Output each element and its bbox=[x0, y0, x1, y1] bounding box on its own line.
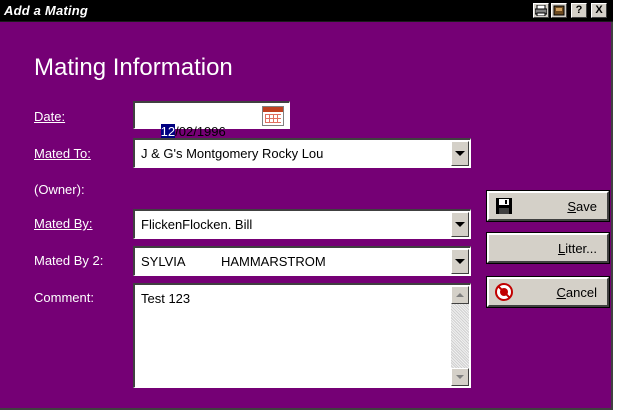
comment-textarea[interactable]: Test 123 bbox=[133, 283, 471, 388]
chevron-down-icon bbox=[455, 151, 465, 156]
date-label: Date: bbox=[34, 109, 66, 124]
date-rest: /02/1996 bbox=[175, 124, 226, 139]
floppy-disk-icon bbox=[496, 198, 512, 214]
close-button[interactable]: X bbox=[591, 3, 607, 18]
date-selected-part: 12 bbox=[160, 124, 176, 139]
print-button[interactable] bbox=[533, 3, 549, 18]
chevron-down-icon bbox=[455, 259, 465, 264]
chevron-down-icon bbox=[455, 222, 465, 227]
mated-to-value: J & G's Montgomery Rocky Lou bbox=[141, 146, 324, 161]
form-heading: Mating Information bbox=[34, 54, 233, 81]
tools-icon bbox=[553, 5, 565, 16]
comment-label: Comment: bbox=[34, 290, 94, 305]
add-mating-window: Add a Mating ? X Mating Information Date… bbox=[0, 0, 613, 410]
scroll-up-button[interactable] bbox=[451, 286, 469, 304]
mated-by-label: Mated By: bbox=[34, 216, 93, 231]
save-button[interactable]: Save bbox=[486, 190, 610, 222]
title-bar[interactable]: Add a Mating ? X bbox=[0, 0, 613, 22]
mated-by-2-select[interactable]: SYLVIA HAMMARSTROM bbox=[133, 246, 471, 276]
window-title: Add a Mating bbox=[4, 3, 89, 18]
comment-scrollbar[interactable] bbox=[451, 286, 469, 386]
mated-by-dropdown-button[interactable] bbox=[451, 212, 469, 237]
arrow-down-icon bbox=[456, 375, 464, 379]
help-icon: ? bbox=[575, 4, 583, 16]
tools-button[interactable] bbox=[551, 3, 567, 18]
print-icon bbox=[535, 5, 547, 16]
close-icon: X bbox=[595, 4, 603, 16]
mated-by-select[interactable]: FlickenFlocken. Bill bbox=[133, 209, 471, 239]
cancel-icon bbox=[495, 283, 513, 301]
mated-by-value: FlickenFlocken. Bill bbox=[141, 217, 253, 232]
cancel-button[interactable]: Cancel bbox=[486, 276, 610, 308]
calendar-icon[interactable] bbox=[262, 106, 284, 126]
mated-to-select[interactable]: J & G's Montgomery Rocky Lou bbox=[133, 138, 471, 168]
mated-by-2-value: SYLVIA HAMMARSTROM bbox=[141, 254, 326, 269]
owner-label: (Owner): bbox=[34, 182, 85, 197]
mated-by-2-dropdown-button[interactable] bbox=[451, 249, 469, 274]
mated-to-label: Mated To: bbox=[34, 146, 91, 161]
scroll-down-button[interactable] bbox=[451, 368, 469, 386]
date-field[interactable]: 12/02/1996 bbox=[133, 101, 290, 139]
arrow-up-icon bbox=[456, 293, 464, 297]
help-button[interactable]: ? bbox=[571, 3, 587, 18]
mated-to-dropdown-button[interactable] bbox=[451, 141, 469, 166]
litter-button[interactable]: Litter... bbox=[486, 232, 610, 264]
mated-by-2-label: Mated By 2: bbox=[34, 253, 104, 268]
comment-value: Test 123 bbox=[141, 291, 191, 306]
